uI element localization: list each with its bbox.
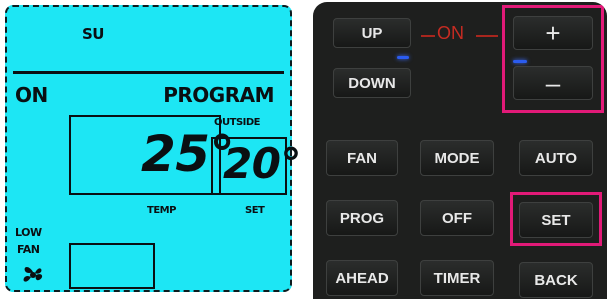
mode-indicator: ON <box>15 83 48 107</box>
timer-button[interactable]: TIMER <box>420 260 494 296</box>
fan-label: FAN <box>17 243 40 256</box>
fan-icon <box>23 267 43 282</box>
program-indicator: PROGRAM <box>163 83 274 107</box>
mode-button[interactable]: MODE <box>420 140 494 176</box>
fan-box <box>69 243 155 289</box>
fan-speed-label: LOW <box>15 226 42 239</box>
back-button[interactable]: BACK <box>519 262 593 298</box>
divider <box>13 71 284 74</box>
prog-button[interactable]: PROG <box>326 200 398 236</box>
ahead-button[interactable]: AHEAD <box>326 260 398 296</box>
up-button[interactable]: UP <box>333 18 411 48</box>
up-down-led <box>397 56 409 59</box>
off-button[interactable]: OFF <box>420 200 494 236</box>
lcd-display: SU ON PROGRAM OUTSIDE 25° 20° TEMP SET L… <box>5 5 301 292</box>
setpoint-temperature: 20° <box>223 139 301 188</box>
temp-label: TEMP <box>147 205 176 216</box>
down-button[interactable]: DOWN <box>333 68 411 98</box>
set-label: SET <box>245 205 265 216</box>
on-dash-left <box>421 35 435 37</box>
remote-control: UP DOWN ON + – FAN MODE AUTO PROG OFF SE… <box>313 2 607 299</box>
auto-button[interactable]: AUTO <box>519 140 593 176</box>
on-label: ON <box>437 23 464 43</box>
fan-button[interactable]: FAN <box>326 140 398 176</box>
current-temperature: 25° <box>141 125 235 183</box>
on-dash-right <box>476 35 498 37</box>
day-indicator: SU <box>82 25 104 43</box>
plus-minus-highlight <box>502 5 604 113</box>
set-highlight <box>510 192 602 246</box>
